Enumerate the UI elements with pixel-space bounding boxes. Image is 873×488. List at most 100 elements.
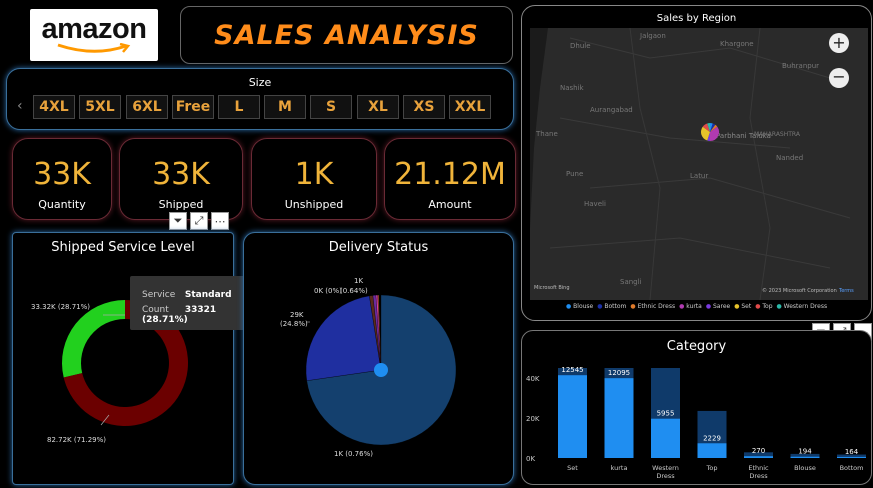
size-option-5xl[interactable]: 5XL: [79, 95, 121, 119]
map-place-dhule: Dhule: [570, 42, 591, 50]
size-slicer-header: Size: [248, 76, 272, 89]
xtick-3: Top: [706, 464, 718, 472]
bar-label-6: 164: [845, 448, 859, 456]
ytick-0k: 0K: [526, 455, 535, 463]
donut-slice-standard[interactable]: [62, 300, 125, 378]
legend-item-1: ● Bottom: [597, 303, 626, 310]
map-attribution: © 2023 Microsoft Corporation: [762, 288, 837, 294]
map-place-nashik: Nashik: [560, 84, 585, 92]
pie-label-1k: 1K: [354, 277, 363, 285]
legend-label: kurta: [686, 303, 702, 310]
size-option-xl[interactable]: XL: [357, 95, 399, 119]
legend-label: Western Dress: [783, 303, 828, 310]
size-option-free[interactable]: Free: [172, 95, 214, 119]
map-region-pie[interactable]: [701, 123, 719, 141]
map-place-nanded: Nanded: [776, 154, 803, 162]
legend-item-6: ● Top: [755, 303, 772, 310]
tooltip-value-service: Standard: [184, 290, 232, 300]
map-place-jalgaon: Jalgaon: [639, 32, 666, 40]
size-slicer: Size ‹ 4XL 5XL 6XL Free L M S XL XS XXL: [6, 68, 514, 130]
size-option-m[interactable]: M: [264, 95, 306, 119]
legend-dot-icon: ●: [776, 303, 784, 310]
bar-3[interactable]: [697, 443, 727, 458]
legend-item-7: ● Western Dress: [777, 303, 828, 310]
pie-slice-1[interactable]: [305, 295, 382, 381]
legend-label: Saree: [713, 303, 731, 310]
donut-label-expedited: 82.72K (71.29%): [47, 436, 106, 444]
size-option-xs[interactable]: XS: [403, 95, 445, 119]
ytick-20k: 20K: [526, 415, 540, 423]
bar-4[interactable]: [744, 456, 773, 458]
xtick-0: Set: [567, 464, 578, 472]
report-title-text: SALES ANALYSIS: [214, 19, 479, 51]
legend-item-4: ● Saree: [706, 303, 730, 310]
kpi-quantity-label: Quantity: [38, 198, 86, 211]
pie-center-dot: [374, 363, 388, 377]
zoom-in-button[interactable]: +: [829, 33, 849, 53]
legend-dot-icon: ●: [705, 303, 713, 310]
zoom-out-button[interactable]: −: [829, 68, 849, 88]
bar-label-4: 270: [752, 447, 765, 455]
map-place-buhranpur: Buhranpur: [782, 62, 819, 70]
size-option-4xl[interactable]: 4XL: [33, 95, 75, 119]
xtick-4: Ethnic: [748, 464, 769, 472]
bar-2[interactable]: [651, 418, 680, 458]
xtick-4: Dress: [749, 472, 768, 480]
map-place-khargone: Khargone: [720, 40, 754, 48]
kpi-quantity-value: 33K: [33, 157, 91, 192]
map-place-haveli: Haveli: [584, 200, 606, 208]
kpi-unshipped-label: Unshipped: [284, 198, 344, 211]
legend-label: Top: [762, 303, 773, 310]
xtick-1: kurta: [611, 464, 628, 472]
bing-logo: Microsoft Bing: [534, 285, 570, 291]
shipped-service-panel: Shipped Service Level 33.32K (28.71%) 82…: [12, 232, 234, 485]
bar-label-5: 194: [798, 448, 812, 456]
xtick-6: Bottom: [840, 464, 864, 472]
xtick-2: Western: [652, 464, 679, 472]
kpi-amount-card: 21.12M Amount: [384, 138, 516, 220]
focus-mode-icon[interactable]: ⤢: [190, 212, 208, 230]
kpi-unshipped-value: 1K: [294, 157, 334, 192]
visual-header-shipped: ⏷ ⤢ ⋯: [169, 212, 229, 230]
delivery-status-pie: 1K 0K (0%) (0.64%) 29K (24.8%) 1K (0.76%…: [280, 277, 457, 458]
legend-item-0: ● Blouse: [566, 303, 593, 310]
shipped-service-donut: 33.32K (28.71%) 82.72K (71.29%): [31, 300, 189, 444]
pie-label-29k: 29K: [290, 311, 304, 319]
map-title: Sales by Region: [656, 13, 737, 24]
more-options-icon[interactable]: ⋯: [211, 212, 229, 230]
filter-icon[interactable]: ⏷: [169, 212, 187, 230]
kpi-amount-label: Amount: [428, 198, 472, 211]
map-canvas[interactable]: Jalgaon Khargone Buhranpur Dhule Nashik …: [530, 28, 868, 300]
report-title: SALES ANALYSIS: [180, 6, 513, 64]
bar-6[interactable]: [837, 456, 866, 458]
size-option-xxl[interactable]: XXL: [449, 95, 491, 119]
bar-label-0: 12545: [561, 366, 583, 374]
pie-label-0k: 0K (0%): [314, 287, 342, 295]
size-option-l[interactable]: L: [218, 95, 260, 119]
legend-label: Blouse: [573, 303, 594, 310]
legend-dot-icon: ●: [630, 303, 638, 310]
amazon-logo: amazon: [30, 9, 158, 61]
map-place-latur: Latur: [690, 172, 708, 180]
map-place-aurangabad: Aurangabad: [590, 106, 633, 114]
pie-label-064: (0.64%): [340, 287, 368, 295]
bar-5[interactable]: [790, 456, 820, 458]
category-chart-panel: Category 40K 20K 0K 12545 Set 12095 kurta 59…: [521, 330, 872, 485]
bar-label-2: 5955: [657, 410, 675, 418]
kpi-amount-value: 21.12M: [394, 157, 506, 192]
map-place-thane: Thane: [535, 130, 558, 138]
bar-label-3: 2229: [703, 434, 721, 442]
sales-by-region-map[interactable]: Sales by Region Jalgaon Khargone Buhranp…: [521, 5, 872, 321]
amazon-smile-icon: [57, 43, 131, 53]
size-option-6xl[interactable]: 6XL: [126, 95, 168, 119]
legend-label: Set: [741, 303, 752, 310]
map-terms-link[interactable]: Terms: [839, 288, 854, 294]
bar-1[interactable]: [604, 378, 634, 458]
bar-0[interactable]: [558, 375, 587, 458]
donut-label-standard: 33.32K (28.71%): [31, 303, 90, 311]
chevron-left-icon[interactable]: ‹: [17, 98, 23, 114]
size-option-s[interactable]: S: [310, 95, 352, 119]
map-place-maharashtra: MAHARASHTRA: [754, 131, 801, 138]
kpi-shipped-value: 33K: [152, 157, 210, 192]
pie-label-248: (24.8%): [280, 320, 308, 328]
